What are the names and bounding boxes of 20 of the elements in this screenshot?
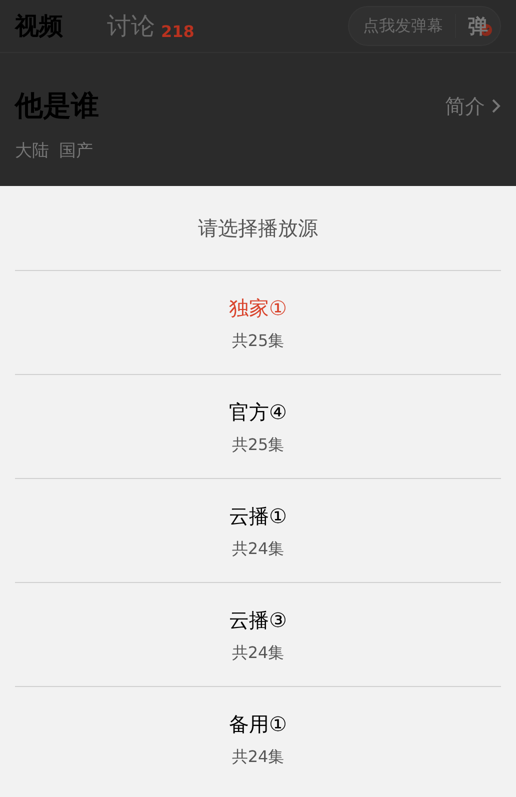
source-name: 备用① (229, 711, 287, 738)
episode-count: 共25集 (232, 330, 284, 352)
source-option[interactable]: 独家① 共25集 (15, 271, 501, 375)
source-name: 云播① (229, 502, 287, 530)
episode-count: 共24集 (232, 642, 284, 664)
source-name: 独家① (229, 294, 287, 322)
episode-count: 共24集 (232, 538, 284, 560)
source-option[interactable]: 官方④ 共25集 (15, 375, 501, 479)
source-option[interactable]: 云播③ 共24集 (15, 583, 501, 687)
comment-count: 218 (161, 21, 194, 43)
source-name: 官方④ (229, 398, 287, 426)
tag: 大陆 (15, 139, 49, 164)
source-name: 云播③ (229, 606, 287, 634)
source-option[interactable]: 备用① 共24集 (15, 687, 501, 791)
episode-count: 共25集 (232, 434, 284, 456)
episode-count: 共24集 (232, 746, 284, 768)
source-option[interactable]: 云播① 共24集 (15, 479, 501, 583)
tag: 国产 (59, 139, 93, 164)
chevron-right-icon[interactable] (491, 98, 501, 114)
sheet-title: 请选择播放源 (198, 215, 318, 242)
